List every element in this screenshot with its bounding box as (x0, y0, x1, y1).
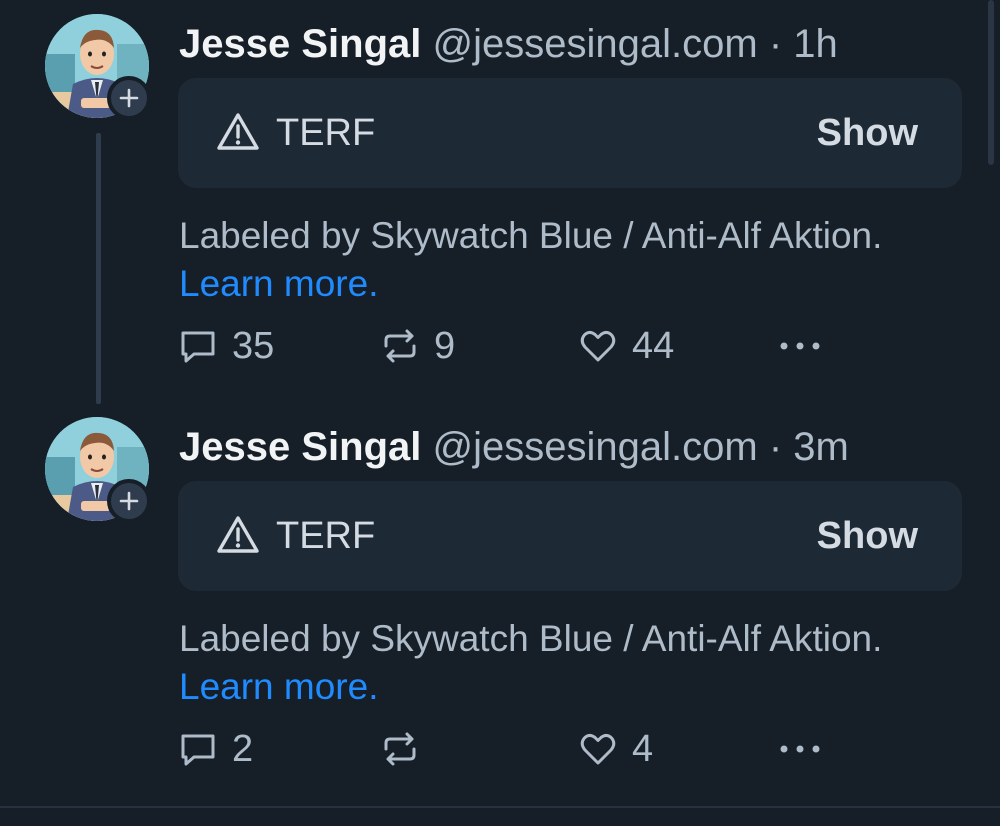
like-button[interactable]: 4 (578, 725, 653, 773)
repost-count: 9 (434, 324, 456, 367)
separator: · (768, 22, 783, 66)
warning-icon (217, 516, 259, 553)
author-name[interactable]: Jesse Singal (179, 22, 421, 66)
content-label-name: TERF (276, 515, 376, 557)
repost-button[interactable] (380, 725, 434, 773)
content-warning-card[interactable]: TERF Show (178, 78, 962, 188)
heart-icon (580, 331, 616, 362)
follow-button[interactable] (107, 479, 151, 523)
post-header: Jesse Singal @jessesingal.com · 1h (179, 18, 838, 70)
more-options-button[interactable] (776, 725, 824, 773)
post-actions: 35 9 44 (178, 322, 858, 370)
author-avatar[interactable] (45, 14, 153, 122)
post-header: Jesse Singal @jessesingal.com · 3m (179, 421, 849, 473)
scrollbar[interactable] (988, 0, 994, 165)
author-handle[interactable]: @jessesingal.com (433, 425, 758, 469)
labeled-by-text: Labeled by Skywatch Blue / Anti-Alf Akti… (179, 215, 883, 256)
show-content-button[interactable]: Show (817, 513, 918, 559)
more-options-button[interactable] (776, 322, 824, 370)
repost-icon (384, 329, 416, 363)
reply-count: 35 (232, 324, 275, 367)
learn-more-link[interactable]: Learn more. (179, 663, 379, 711)
like-count: 44 (632, 324, 675, 367)
like-button[interactable]: 44 (578, 322, 674, 370)
post-actions: 2 4 (178, 725, 858, 773)
post-time[interactable]: 1h (793, 22, 838, 66)
like-count: 4 (632, 727, 654, 770)
post-feed: Jesse Singal @jessesingal.com · 1h TERF … (0, 0, 1000, 826)
content-label-name: TERF (276, 112, 376, 154)
reply-icon (181, 331, 215, 363)
feed-divider (0, 806, 1000, 808)
post-time[interactable]: 3m (793, 425, 849, 469)
heart-icon (580, 734, 616, 765)
separator: · (768, 425, 783, 469)
author-name[interactable]: Jesse Singal (179, 425, 421, 469)
repost-icon (384, 732, 416, 766)
reply-count: 2 (232, 727, 254, 770)
learn-more-link[interactable]: Learn more. (179, 260, 379, 308)
plus-icon (119, 491, 139, 511)
labeled-by-text: Labeled by Skywatch Blue / Anti-Alf Akti… (179, 618, 883, 659)
reply-icon (181, 734, 215, 766)
thread-connector-line (96, 133, 101, 404)
content-warning-card[interactable]: TERF Show (178, 481, 962, 591)
more-dots-icon (780, 745, 820, 753)
reply-button[interactable]: 2 (178, 725, 253, 773)
plus-icon (119, 88, 139, 108)
author-handle[interactable]: @jessesingal.com (433, 22, 758, 66)
show-content-button[interactable]: Show (817, 110, 918, 156)
author-avatar[interactable] (45, 417, 153, 525)
reply-button[interactable]: 35 (178, 322, 274, 370)
repost-button[interactable]: 9 (380, 322, 455, 370)
warning-icon (217, 113, 259, 150)
more-dots-icon (780, 342, 820, 350)
follow-button[interactable] (107, 76, 151, 120)
